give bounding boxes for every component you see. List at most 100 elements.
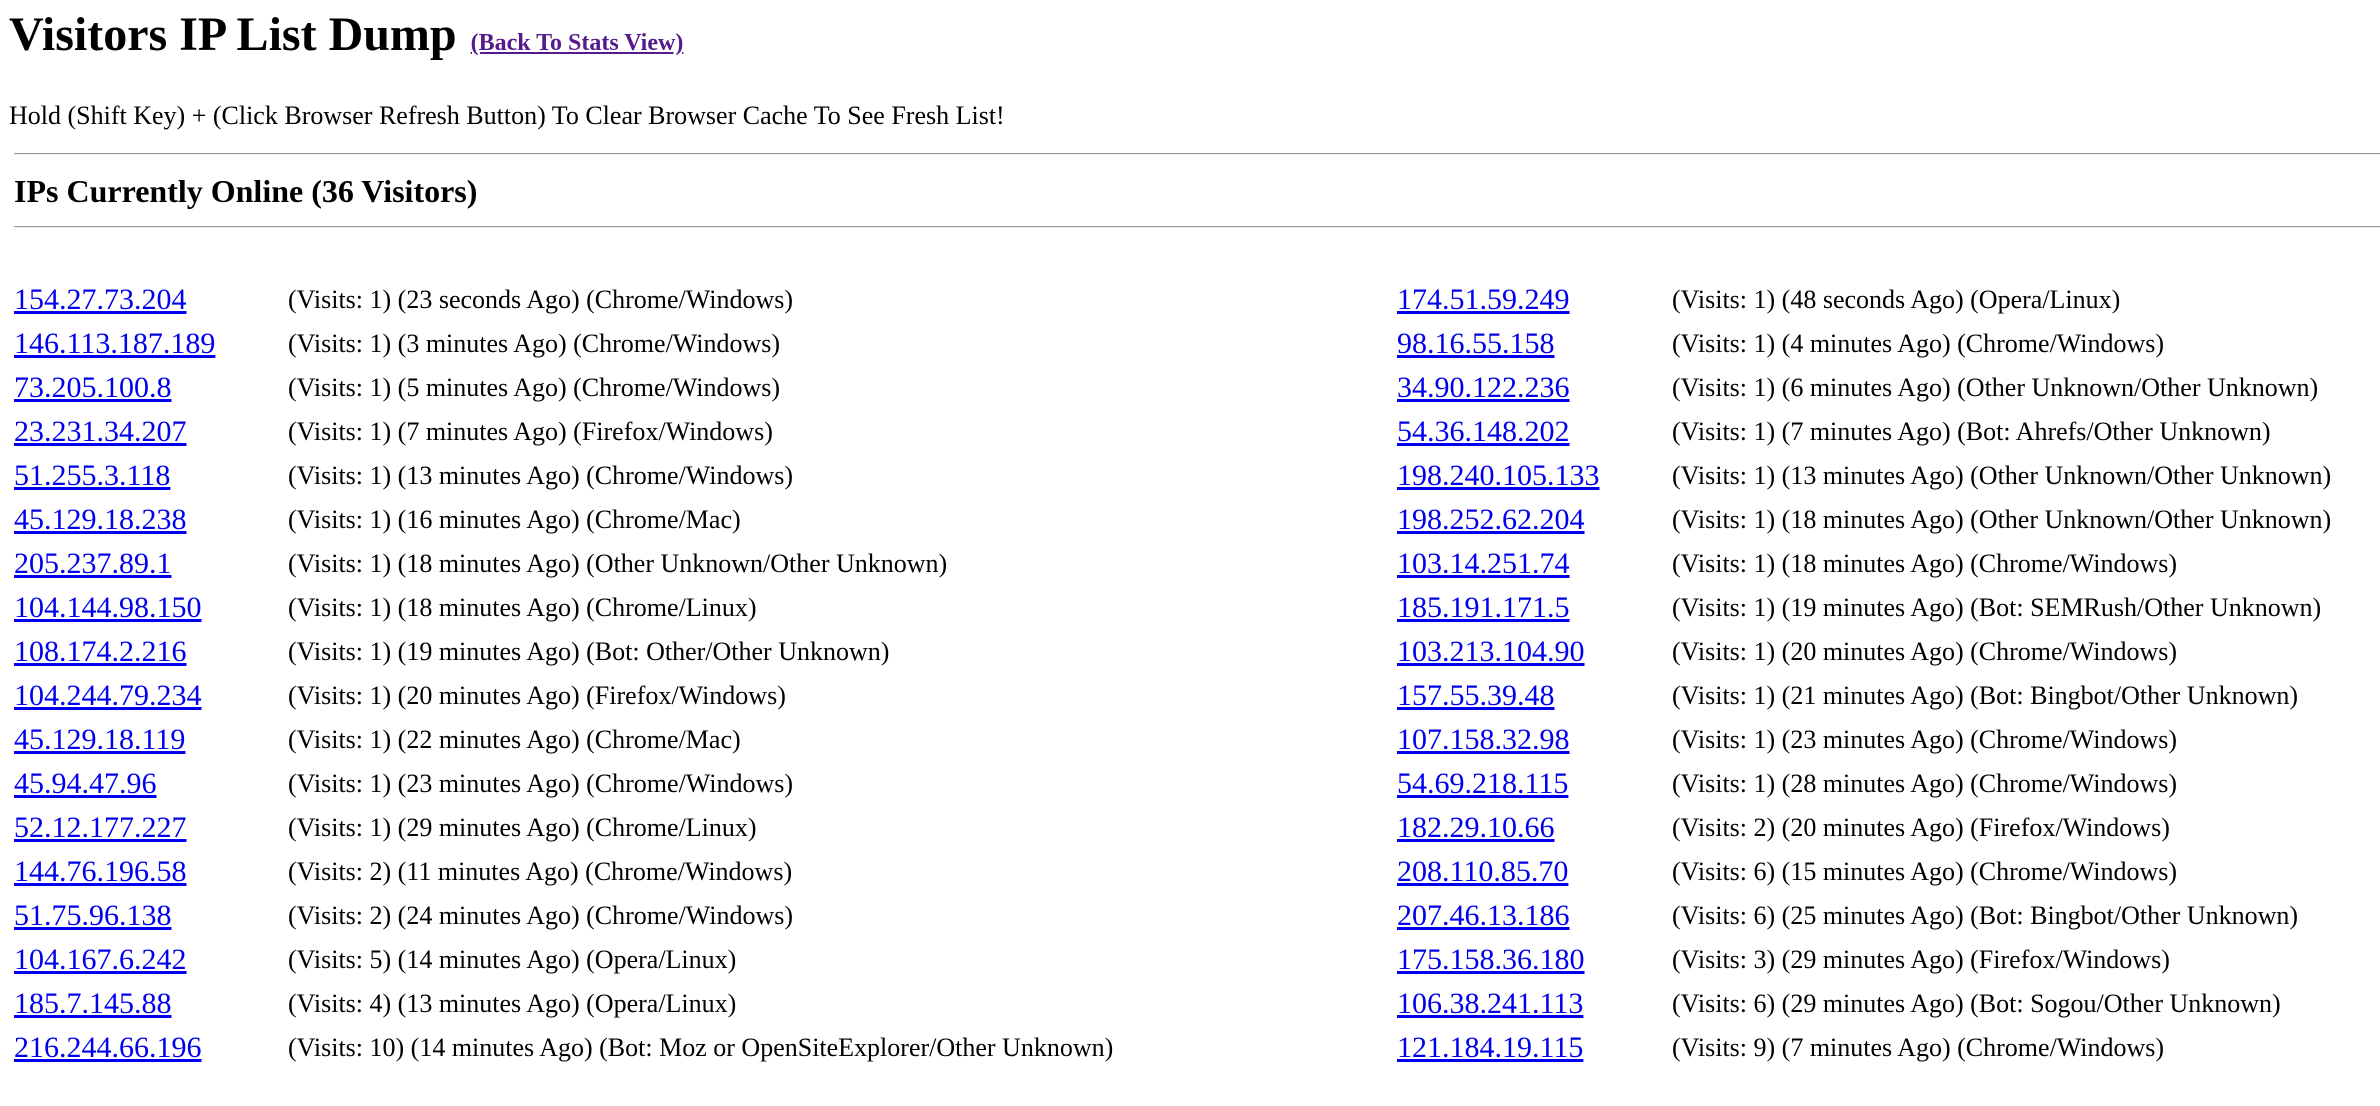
visitor-info: (Visits: 1) (22 minutes Ago) (Chrome/Mac… [288,725,741,754]
visitor-ip-link[interactable]: 54.69.218.115 [1397,762,1568,806]
visitor-row: 106.38.241.113 (Visits: 6) (29 minutes Ag… [1397,982,2357,1026]
visitor-info: (Visits: 2) (20 minutes Ago) (Firefox/Wi… [1672,813,2170,842]
visitor-ip-link[interactable]: 182.29.10.66 [1397,806,1555,850]
section-heading: IPs Currently Online (36 Visitors) [14,173,478,209]
visitor-row: 103.14.251.74 (Visits: 1) (18 minutes Ago… [1397,542,2357,586]
visitor-info: (Visits: 1) (18 minutes Ago) (Chrome/Lin… [288,593,757,622]
visitor-ip-link[interactable]: 175.158.36.180 [1397,938,1585,982]
visitor-row: 216.244.66.196 (Visits: 10) (14 minutes A… [14,1026,1113,1070]
visitor-ip-link[interactable]: 198.252.62.204 [1397,498,1585,542]
visitor-ip-link[interactable]: 73.205.100.8 [14,366,172,410]
visitor-info: (Visits: 1) (4 minutes Ago) (Chrome/Wind… [1672,329,2165,358]
visitor-info: (Visits: 1) (5 minutes Ago) (Chrome/Wind… [288,373,781,402]
visitor-ip-link[interactable]: 216.244.66.196 [14,1026,202,1070]
visitor-ip-link[interactable]: 144.76.196.58 [14,850,187,894]
top-divider [14,153,2380,155]
visitor-ip-link[interactable]: 146.113.187.189 [14,322,215,366]
visitor-ip-link[interactable]: 157.55.39.48 [1397,674,1555,718]
visitor-info: (Visits: 1) (3 minutes Ago) (Chrome/Wind… [288,329,781,358]
page-title: Visitors IP List Dump [9,8,457,61]
visitor-ip-link[interactable]: 107.158.32.98 [1397,718,1570,762]
visitor-info: (Visits: 1) (23 minutes Ago) (Chrome/Win… [288,769,794,798]
visitor-info: (Visits: 1) (21 minutes Ago) (Bot: Bingb… [1672,681,2299,710]
visitor-ip-link[interactable]: 45.94.47.96 [14,762,157,806]
visitor-info: (Visits: 6) (29 minutes Ago) (Bot: Sogou… [1672,989,2281,1018]
visitor-row: 174.51.59.249 (Visits: 1) (48 seconds Ago… [1397,278,2357,322]
visitor-row: 104.167.6.242 (Visits: 5) (14 minutes Ago… [14,938,974,982]
visitor-ip-link[interactable]: 104.167.6.242 [14,938,187,982]
visitor-ip-link[interactable]: 54.36.148.202 [1397,410,1570,454]
visitor-row: 205.237.89.1 (Visits: 1) (18 minutes Ago)… [14,542,974,586]
visitor-row: 146.113.187.189 (Visits: 1) (3 minutes Ag… [14,322,974,366]
visitor-ip-link[interactable]: 154.27.73.204 [14,278,187,322]
visitor-row: 23.231.34.207 (Visits: 1) (7 minutes Ago)… [14,410,974,454]
visitor-info: (Visits: 1) (19 minutes Ago) (Bot: SEMRu… [1672,593,2322,622]
visitor-ip-link[interactable]: 45.129.18.238 [14,498,187,542]
visitor-ip-link[interactable]: 185.7.145.88 [14,982,172,1026]
visitor-info: (Visits: 1) (48 seconds Ago) (Opera/Linu… [1672,285,2121,314]
visitor-ip-link[interactable]: 108.174.2.216 [14,630,187,674]
visitor-row: 54.36.148.202 (Visits: 1) (7 minutes Ago)… [1397,410,2357,454]
visitor-ip-link[interactable]: 174.51.59.249 [1397,278,1570,322]
visitor-info: (Visits: 1) (13 minutes Ago) (Chrome/Win… [288,461,794,490]
visitor-info: (Visits: 1) (18 minutes Ago) (Chrome/Win… [1672,549,2178,578]
visitor-ip-link[interactable]: 98.16.55.158 [1397,322,1555,366]
visitor-row: 73.205.100.8 (Visits: 1) (5 minutes Ago) … [14,366,974,410]
visitor-info: (Visits: 6) (25 minutes Ago) (Bot: Bingb… [1672,901,2299,930]
back-to-stats-link[interactable]: (Back To Stats View) [471,30,684,57]
visitor-ip-link[interactable]: 51.75.96.138 [14,894,172,938]
visitor-row: 51.75.96.138 (Visits: 2) (24 minutes Ago)… [14,894,974,938]
visitor-info: (Visits: 9) (7 minutes Ago) (Chrome/Wind… [1672,1033,2165,1062]
bottom-divider [14,226,2380,228]
visitor-row: 207.46.13.186 (Visits: 6) (25 minutes Ago… [1397,894,2357,938]
visitor-row: 45.129.18.238 (Visits: 1) (16 minutes Ago… [14,498,974,542]
visitor-info: (Visits: 1) (19 minutes Ago) (Bot: Other… [288,637,890,666]
visitor-ip-link[interactable]: 185.191.171.5 [1397,586,1570,630]
visitor-row: 104.244.79.234 (Visits: 1) (20 minutes Ag… [14,674,974,718]
visitor-ip-link[interactable]: 121.184.19.115 [1397,1026,1583,1070]
visitor-info: (Visits: 2) (24 minutes Ago) (Chrome/Win… [288,901,794,930]
visitor-info: (Visits: 1) (18 minutes Ago) (Other Unkn… [1672,505,2332,534]
visitor-row: 108.174.2.216 (Visits: 1) (19 minutes Ago… [14,630,974,674]
visitor-info: (Visits: 1) (28 minutes Ago) (Chrome/Win… [1672,769,2178,798]
visitor-ip-link[interactable]: 198.240.105.133 [1397,454,1600,498]
visitor-row: 51.255.3.118 (Visits: 1) (13 minutes Ago)… [14,454,974,498]
visitor-ip-link[interactable]: 104.144.98.150 [14,586,202,630]
visitor-row: 185.7.145.88 (Visits: 4) (13 minutes Ago)… [14,982,974,1026]
visitor-ip-link[interactable]: 207.46.13.186 [1397,894,1570,938]
visitor-row: 198.240.105.133 (Visits: 1) (13 minutes A… [1397,454,2357,498]
visitor-ip-link[interactable]: 104.244.79.234 [14,674,202,718]
visitor-ip-link[interactable]: 208.110.85.70 [1397,850,1568,894]
visitor-info: (Visits: 1) (16 minutes Ago) (Chrome/Mac… [288,505,741,534]
visitor-ip-link[interactable]: 34.90.122.236 [1397,366,1570,410]
visitor-ip-link[interactable]: 23.231.34.207 [14,410,187,454]
visitor-info: (Visits: 1) (20 minutes Ago) (Firefox/Wi… [288,681,786,710]
visitor-info: (Visits: 1) (23 seconds Ago) (Chrome/Win… [288,285,794,314]
visitor-row: 103.213.104.90 (Visits: 1) (20 minutes Ag… [1397,630,2357,674]
visitor-row: 175.158.36.180 (Visits: 3) (29 minutes Ag… [1397,938,2357,982]
visitor-info: (Visits: 1) (7 minutes Ago) (Bot: Ahrefs… [1672,417,2271,446]
visitor-info: (Visits: 1) (29 minutes Ago) (Chrome/Lin… [288,813,757,842]
visitor-info: (Visits: 1) (6 minutes Ago) (Other Unkno… [1672,373,2319,402]
visitor-ip-link[interactable]: 52.12.177.227 [14,806,187,850]
visitor-info: (Visits: 1) (13 minutes Ago) (Other Unkn… [1672,461,2332,490]
visitor-row: 45.129.18.119 (Visits: 1) (22 minutes Ago… [14,718,974,762]
visitor-ip-link[interactable]: 205.237.89.1 [14,542,172,586]
visitor-info: (Visits: 1) (18 minutes Ago) (Other Unkn… [288,549,948,578]
visitor-row: 208.110.85.70 (Visits: 6) (15 minutes Ago… [1397,850,2357,894]
visitor-ip-link[interactable]: 45.129.18.119 [14,718,185,762]
visitor-ip-link[interactable]: 51.255.3.118 [14,454,170,498]
visitor-row: 34.90.122.236 (Visits: 1) (6 minutes Ago)… [1397,366,2357,410]
visitor-row: 98.16.55.158 (Visits: 1) (4 minutes Ago) … [1397,322,2357,366]
visitor-info: (Visits: 6) (15 minutes Ago) (Chrome/Win… [1672,857,2178,886]
visitor-row: 54.69.218.115 (Visits: 1) (28 minutes Ago… [1397,762,2357,806]
visitor-info: (Visits: 1) (7 minutes Ago) (Firefox/Win… [288,417,773,446]
visitor-info: (Visits: 10) (14 minutes Ago) (Bot: Moz … [288,1033,1114,1062]
visitor-row: 107.158.32.98 (Visits: 1) (23 minutes Ago… [1397,718,2357,762]
visitor-row: 52.12.177.227 (Visits: 1) (29 minutes Ago… [14,806,974,850]
visitor-ip-link[interactable]: 103.14.251.74 [1397,542,1570,586]
visitor-info: (Visits: 5) (14 minutes Ago) (Opera/Linu… [288,945,737,974]
visitor-ip-link[interactable]: 106.38.241.113 [1397,982,1583,1026]
visitor-ip-link[interactable]: 103.213.104.90 [1397,630,1585,674]
visitor-info: (Visits: 1) (20 minutes Ago) (Chrome/Win… [1672,637,2178,666]
